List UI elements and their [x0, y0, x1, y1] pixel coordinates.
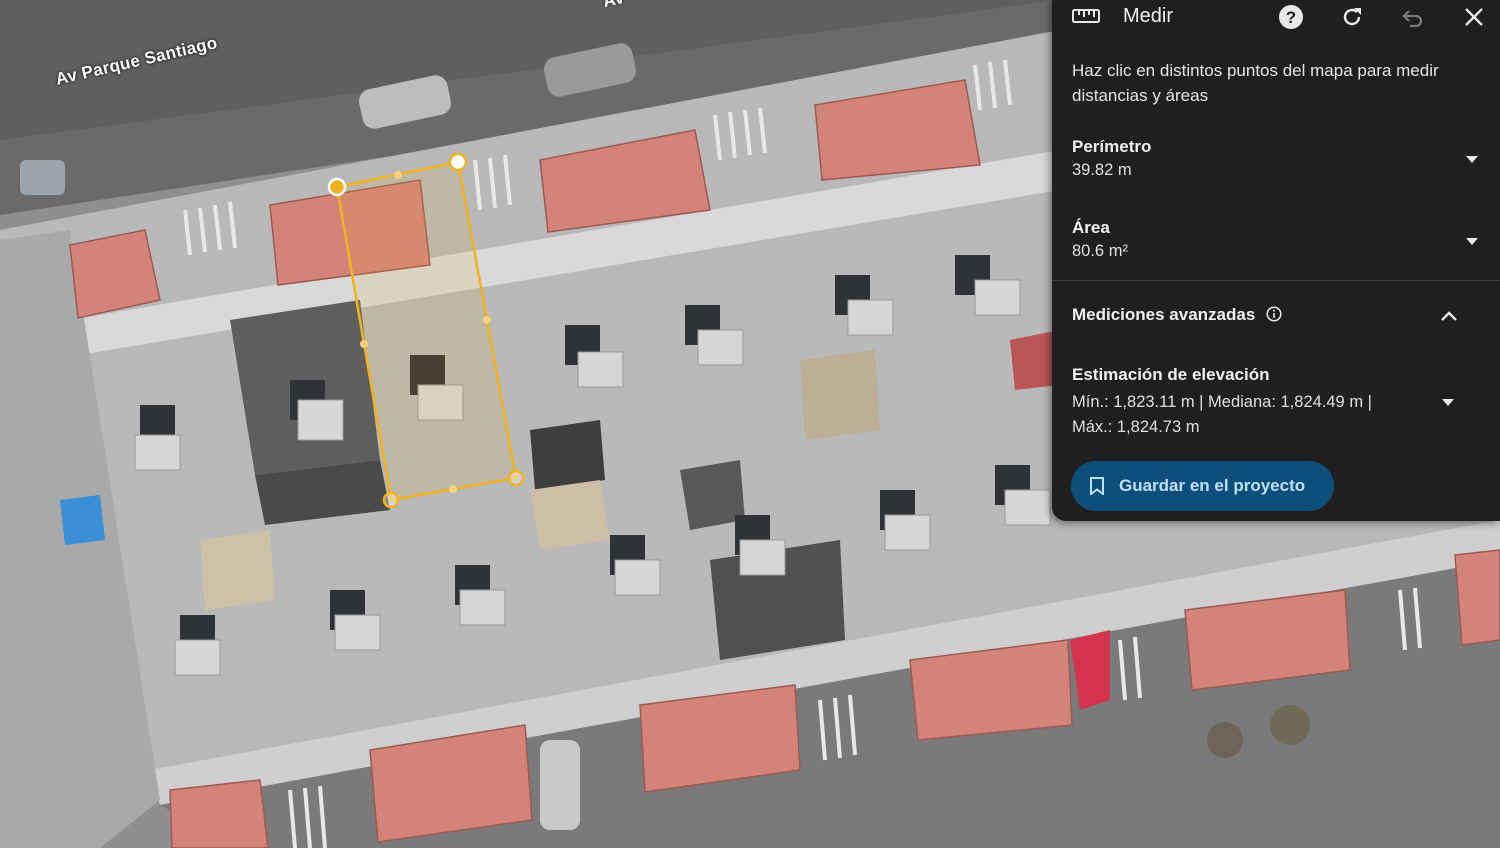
measure-panel: Medir ? Haz clic en distintos puntos del…	[1052, 0, 1500, 521]
undo-button[interactable]	[1398, 3, 1428, 31]
area-label: Área	[1072, 218, 1110, 237]
caret-down-icon[interactable]	[1464, 154, 1480, 164]
bookmark-icon	[1090, 477, 1104, 495]
caret-down-icon[interactable]	[1464, 236, 1480, 246]
elevation-label: Estimación de elevación	[1072, 365, 1270, 384]
close-button[interactable]	[1459, 3, 1489, 31]
refresh-icon	[1343, 8, 1361, 26]
perimeter-row[interactable]: Perímetro 39.82 m	[1072, 137, 1480, 180]
caret-down-icon[interactable]	[1440, 397, 1456, 407]
svg-text:?: ?	[1286, 8, 1296, 27]
perimeter-value: 39.82 m	[1072, 161, 1132, 179]
divider	[1052, 280, 1500, 281]
save-to-project-button[interactable]: Guardar en el proyecto	[1071, 461, 1334, 511]
undo-icon	[1402, 10, 1423, 28]
perimeter-label: Perímetro	[1072, 137, 1152, 156]
panel-title: Medir	[1123, 5, 1174, 27]
save-to-project-label: Guardar en el proyecto	[1119, 476, 1306, 495]
ruler-icon	[1072, 9, 1100, 23]
panel-header: Medir ?	[1052, 0, 1500, 34]
elevation-value: Mín.: 1,823.11 m | Mediana: 1,824.49 m |…	[1072, 393, 1372, 436]
instruction-text: Haz clic en distintos puntos del mapa pa…	[1072, 61, 1439, 105]
help-icon: ?	[1279, 5, 1303, 29]
close-icon	[1465, 8, 1483, 26]
refresh-button[interactable]	[1337, 3, 1367, 31]
chevron-up-icon[interactable]	[1440, 310, 1458, 322]
area-value: 80.6 m²	[1072, 242, 1128, 260]
help-button[interactable]: ?	[1276, 3, 1306, 31]
info-icon[interactable]	[1266, 306, 1282, 322]
advanced-measurements-label[interactable]: Mediciones avanzadas	[1072, 305, 1255, 325]
area-row[interactable]: Área 80.6 m²	[1072, 218, 1480, 261]
